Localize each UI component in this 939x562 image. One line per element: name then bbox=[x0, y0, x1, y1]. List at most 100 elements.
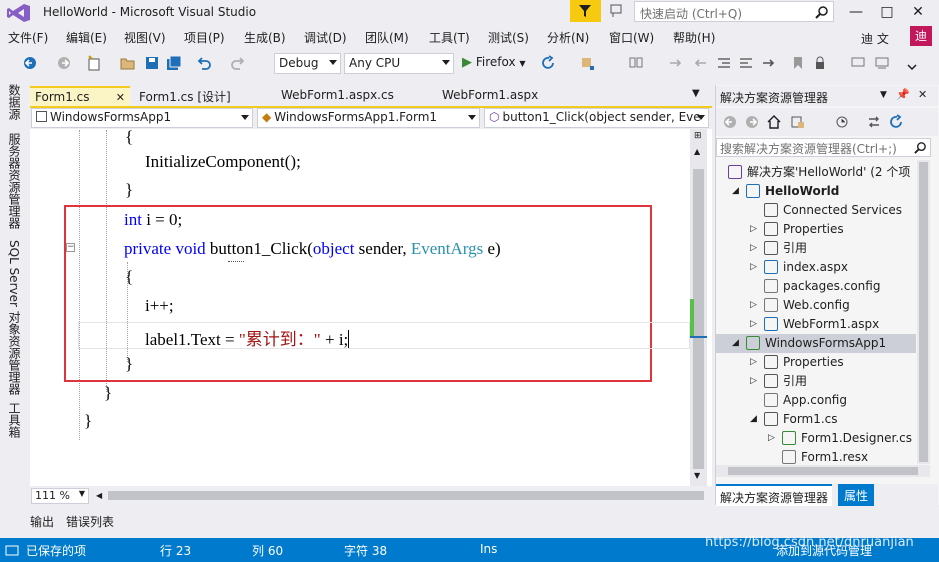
tab-overflow-icon[interactable]: ▼ bbox=[692, 88, 700, 99]
bookmark-icon[interactable] bbox=[790, 55, 806, 71]
tree-item[interactable]: ▷ 引用 bbox=[716, 239, 916, 258]
minimize-button[interactable]: — bbox=[841, 0, 871, 24]
overflow-icon[interactable] bbox=[904, 55, 920, 71]
split-editor-icon[interactable]: ⊞ bbox=[694, 131, 702, 141]
avatar[interactable]: 迪 bbox=[910, 26, 932, 46]
menu-file[interactable]: 文件(F) bbox=[8, 29, 48, 46]
tree-item[interactable]: ◢ WindowsFormsApp1 bbox=[716, 334, 916, 353]
expand-icon[interactable]: ▷ bbox=[750, 315, 757, 334]
quick-launch-input[interactable]: 快速启动 (Ctrl+Q) bbox=[634, 1, 834, 22]
scroll-thumb[interactable] bbox=[919, 162, 928, 462]
tab-output[interactable]: 输出 bbox=[30, 513, 54, 530]
switch-views-icon[interactable] bbox=[790, 114, 806, 130]
close-icon[interactable]: ✕ bbox=[116, 91, 125, 104]
expand-icon[interactable]: ▷ bbox=[750, 258, 757, 277]
pin-icon[interactable]: 📌 bbox=[896, 88, 910, 101]
comment-icon[interactable] bbox=[850, 55, 866, 71]
expand-icon[interactable]: ▷ bbox=[750, 220, 757, 239]
refresh-icon[interactable] bbox=[888, 114, 904, 130]
project-dropdown[interactable]: WindowsFormsApp1 bbox=[31, 108, 253, 128]
outdent-icon[interactable] bbox=[716, 55, 732, 71]
uncomment-icon[interactable] bbox=[874, 55, 890, 71]
scroll-left-icon[interactable]: ◀ bbox=[96, 491, 102, 500]
restore-button[interactable]: □ bbox=[872, 0, 902, 24]
open-file-icon[interactable] bbox=[120, 55, 136, 71]
pending-changes-filter-icon[interactable] bbox=[834, 114, 850, 130]
tree-item[interactable]: 解决方案'HelloWorld' (2 个项 bbox=[716, 163, 916, 182]
refresh-icon[interactable] bbox=[540, 55, 556, 71]
home-icon[interactable] bbox=[766, 114, 782, 130]
breakpoints-icon[interactable] bbox=[628, 55, 644, 71]
feedback-flag-icon[interactable] bbox=[610, 4, 624, 21]
tab-webform1-aspx[interactable]: WebForm1.aspx bbox=[437, 86, 557, 106]
collapse-icon[interactable]: ◢ bbox=[732, 334, 739, 353]
menu-debug[interactable]: 调试(D) bbox=[304, 29, 347, 46]
menu-analyze[interactable]: 分析(N) bbox=[547, 29, 589, 46]
tab-solution-explorer[interactable]: 解决方案资源管理器 bbox=[716, 484, 833, 506]
expand-icon[interactable]: ▷ bbox=[750, 239, 757, 258]
menu-test[interactable]: 测试(S) bbox=[488, 29, 529, 46]
start-debugging-button[interactable]: ▶ Firefox ▼ bbox=[462, 55, 526, 70]
solution-tree-horizontal-scrollbar[interactable] bbox=[716, 465, 930, 477]
collapse-icon[interactable]: ◢ bbox=[750, 410, 757, 429]
tab-form1-designer[interactable]: Form1.cs [设计] bbox=[134, 86, 254, 106]
navigate-forward-icon[interactable] bbox=[56, 55, 72, 71]
expand-icon[interactable]: ▷ bbox=[750, 353, 757, 372]
account-name[interactable]: 迪 文 bbox=[861, 30, 889, 47]
zoom-dropdown[interactable]: 111 % ▼ bbox=[31, 488, 89, 504]
tree-item[interactable]: ▷ 引用 bbox=[716, 372, 916, 391]
tree-item[interactable]: ▷ Properties bbox=[716, 220, 916, 239]
tree-item[interactable]: ◢ Form1.cs bbox=[716, 410, 916, 429]
tab-data-sources[interactable]: 数据源 bbox=[6, 84, 23, 120]
tree-item[interactable]: packages.config bbox=[716, 277, 916, 296]
chevron-down-icon[interactable]: ▼ bbox=[880, 90, 887, 100]
tree-item[interactable]: ▷ Form1.Designer.cs bbox=[716, 429, 916, 448]
scroll-down-icon[interactable]: ▼ bbox=[694, 471, 700, 480]
editor-horizontal-scrollbar[interactable]: ◀ bbox=[30, 487, 712, 504]
save-all-icon[interactable] bbox=[166, 55, 182, 71]
tab-toolbox[interactable]: 工具箱 bbox=[6, 402, 23, 438]
solution-tree-vertical-scrollbar[interactable] bbox=[917, 160, 930, 464]
tab-server-explorer[interactable]: 服务器资源管理器 bbox=[6, 133, 23, 229]
expand-icon[interactable]: ▷ bbox=[750, 296, 757, 315]
lock-icon[interactable] bbox=[812, 55, 828, 71]
menu-team[interactable]: 团队(M) bbox=[365, 29, 409, 46]
forward-icon[interactable] bbox=[744, 114, 760, 130]
tab-webform1-aspx-cs[interactable]: WebForm1.aspx.cs bbox=[276, 86, 416, 106]
tree-item[interactable]: App.config bbox=[716, 391, 916, 410]
scroll-up-icon[interactable]: ▲ bbox=[694, 147, 700, 156]
new-project-icon[interactable] bbox=[86, 55, 102, 71]
tab-error-list[interactable]: 错误列表 bbox=[66, 513, 114, 530]
close-button[interactable]: ✕ bbox=[903, 0, 933, 24]
expand-icon[interactable]: ▷ bbox=[750, 372, 757, 391]
tab-properties[interactable]: 属性 bbox=[838, 484, 875, 506]
save-icon[interactable] bbox=[144, 55, 160, 71]
back-icon[interactable] bbox=[722, 114, 738, 130]
notifications-filter-button[interactable] bbox=[570, 0, 601, 22]
solution-config-dropdown[interactable]: Debug bbox=[274, 53, 341, 74]
tree-item[interactable]: ◢ HelloWorld bbox=[716, 182, 916, 201]
tab-sql-server-object-explorer[interactable]: SQL Server 对象资源管理器 bbox=[6, 240, 23, 395]
step-back-icon[interactable] bbox=[692, 55, 708, 71]
class-dropdown[interactable]: ◆ WindowsFormsApp1.Form1 bbox=[257, 108, 480, 128]
arrow-right-icon[interactable] bbox=[760, 55, 776, 71]
menu-build[interactable]: 生成(B) bbox=[244, 29, 286, 46]
menu-window[interactable]: 窗口(W) bbox=[609, 29, 654, 46]
tree-item[interactable]: ▷ WebForm1.aspx bbox=[716, 315, 916, 334]
solution-search-input[interactable]: 搜索解决方案资源管理器(Ctrl+;) bbox=[716, 138, 931, 157]
menu-edit[interactable]: 编辑(E) bbox=[66, 29, 107, 46]
menu-view[interactable]: 视图(V) bbox=[124, 29, 166, 46]
member-dropdown[interactable]: ⬡ button1_Click(object sender, Eve bbox=[484, 108, 709, 128]
expand-icon[interactable]: ▷ bbox=[768, 429, 775, 448]
tree-item[interactable]: Connected Services bbox=[716, 201, 916, 220]
tree-item[interactable]: ▷ Web.config bbox=[716, 296, 916, 315]
menu-project[interactable]: 项目(P) bbox=[184, 29, 225, 46]
undo-icon[interactable] bbox=[196, 55, 212, 71]
sync-icon[interactable] bbox=[866, 114, 882, 130]
step-icon[interactable] bbox=[668, 55, 684, 71]
navigate-back-icon[interactable] bbox=[22, 55, 38, 71]
collapse-icon[interactable]: ◢ bbox=[732, 182, 739, 201]
redo-icon[interactable] bbox=[230, 55, 246, 71]
scroll-thumb[interactable] bbox=[108, 491, 704, 500]
menu-help[interactable]: 帮助(H) bbox=[673, 29, 715, 46]
